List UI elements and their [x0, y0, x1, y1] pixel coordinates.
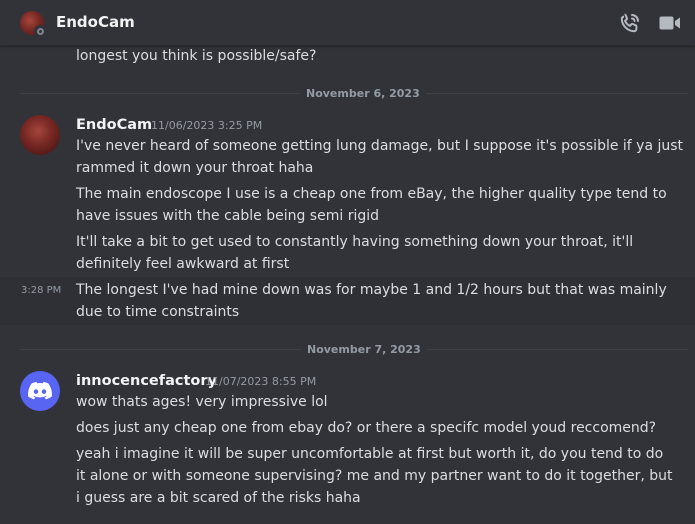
message-line: does just any cheap one from ebay do? or…	[76, 420, 657, 436]
message-line: longest you think is possible/safe?	[76, 48, 317, 64]
message-timestamp: 11/06/2023 3:25 PM	[151, 119, 263, 132]
message-line: have issues with the cable being semi ri…	[76, 208, 379, 224]
message-line: The longest I've had mine down was for m…	[76, 282, 667, 298]
message-side-timestamp: 3:28 PM	[21, 285, 62, 296]
message-author[interactable]: EndoCam	[76, 115, 152, 135]
message-line: I've never heard of someone getting lung…	[76, 138, 684, 154]
status-indicator	[34, 25, 46, 37]
discord-logo-icon	[28, 382, 52, 400]
date-divider-label: November 6, 2023	[300, 87, 426, 101]
message-line: yeah i imagine it will be super uncomfor…	[76, 446, 664, 462]
video-camera-icon	[659, 16, 680, 30]
message-line: wow thats ages! very impressive lol	[76, 394, 328, 410]
channel-title[interactable]: EndoCam	[56, 13, 135, 31]
message-list: longest you think is possible/safe? Nove…	[0, 0, 695, 524]
date-divider-label: November 7, 2023	[301, 343, 427, 357]
message-line: due to time constraints	[76, 304, 240, 320]
phone-call-icon	[620, 13, 639, 33]
message-line: it alone or with someone supervising? me…	[76, 468, 673, 484]
video-camera-icon[interactable]	[658, 11, 682, 35]
message-line: It'll take a bit to get used to constant…	[76, 234, 634, 250]
channel-header: EndoCam	[0, 0, 695, 46]
avatar[interactable]	[20, 115, 60, 155]
phone-call-icon[interactable]	[618, 11, 642, 35]
message-line: definitely feel awkward at first	[76, 256, 290, 272]
avatar[interactable]	[20, 371, 60, 411]
message-timestamp: 11/07/2023 8:55 PM	[205, 375, 317, 388]
message-author[interactable]: innocencefactory	[76, 371, 217, 391]
message-line: rammed it down your throat haha	[76, 160, 314, 176]
message-line: The main endoscope I use is a cheap one …	[76, 186, 667, 202]
message-line: i guess are a bit scared of the risks ha…	[76, 490, 361, 506]
